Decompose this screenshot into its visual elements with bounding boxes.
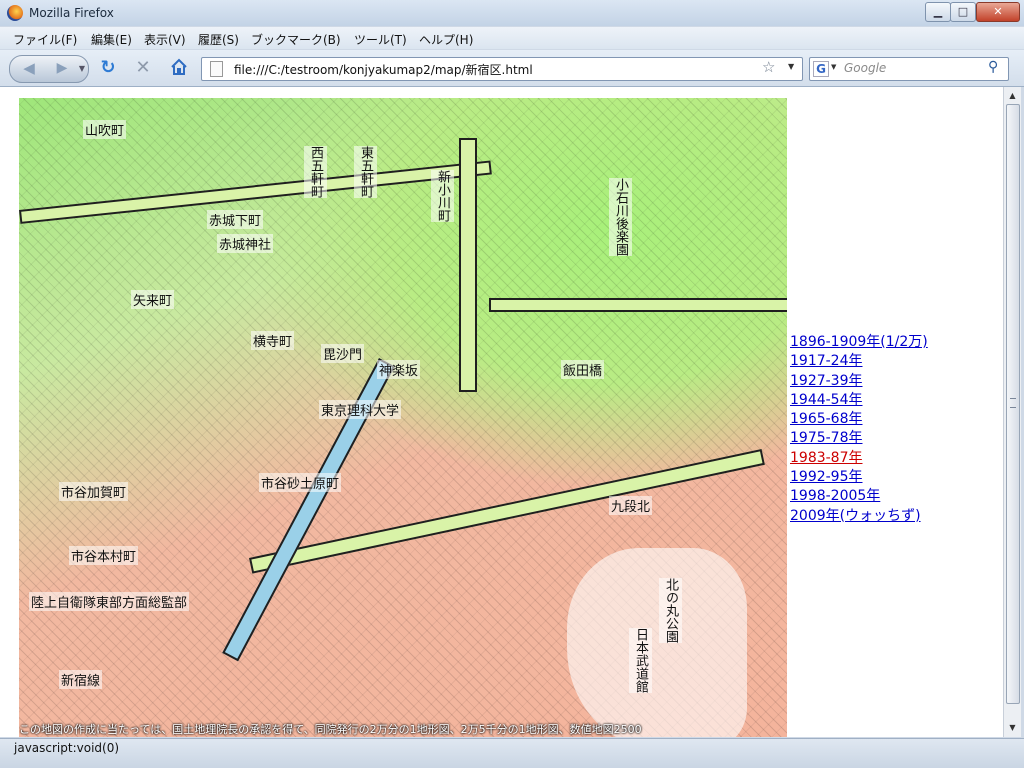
grip-icon xyxy=(1010,398,1016,408)
map-label: 神楽坂 xyxy=(377,360,421,379)
menu-view[interactable]: 表示(V) xyxy=(144,31,186,48)
magnifier-icon[interactable]: ⚲ xyxy=(988,59,998,75)
url-bar[interactable]: file:///C:/testroom/konjyakumap2/map/新宿区… xyxy=(201,57,803,81)
map-label: 東五軒町 xyxy=(354,146,377,198)
browser-window: Mozilla Firefox ▁ □ ✕ ファイル(F) 編集(E) 表示(V… xyxy=(0,0,1024,768)
status-text: javascript:void(0) xyxy=(14,741,120,755)
map-label: 市谷砂土原町 xyxy=(259,473,342,492)
year-link[interactable]: 1983-87年 xyxy=(790,449,928,468)
url-text[interactable]: file:///C:/testroom/konjyakumap2/map/新宿区… xyxy=(234,61,533,78)
stop-button[interactable]: ✕ xyxy=(132,58,154,80)
map-label: 新宿線 xyxy=(59,670,103,689)
home-button[interactable] xyxy=(168,58,190,80)
scroll-thumb[interactable] xyxy=(1006,104,1020,704)
map-label: 小石川後楽園 xyxy=(609,178,632,256)
status-bar: javascript:void(0) xyxy=(0,738,1024,768)
bookmark-star-icon[interactable]: ☆ xyxy=(762,58,775,76)
map-label: 西五軒町 xyxy=(304,146,327,198)
google-icon[interactable]: G xyxy=(813,61,829,77)
engine-dropdown-icon[interactable]: ▼ xyxy=(831,63,836,71)
map-label: 赤城下町 xyxy=(207,210,264,229)
map-label: 赤城神社 xyxy=(217,234,274,253)
map-label: 東京理科大学 xyxy=(319,400,402,419)
map-railway xyxy=(489,298,787,312)
close-button[interactable]: ✕ xyxy=(976,2,1020,22)
maximize-button[interactable]: □ xyxy=(950,2,976,22)
reload-button[interactable]: ↻ xyxy=(97,58,119,80)
year-link[interactable]: 2009年(ウォッちず) xyxy=(790,507,928,526)
page-content: 山吹町 西五軒町 東五軒町 新小川町 小石川後楽園 赤城下町 赤城神社 矢来町 … xyxy=(0,87,1003,737)
menu-bar: ファイル(F) 編集(E) 表示(V) 履歴(S) ブックマーク(B) ツール(… xyxy=(0,27,1024,75)
firefox-logo-icon xyxy=(7,5,23,21)
year-link[interactable]: 1975-78年 xyxy=(790,429,928,448)
search-bar[interactable]: G ▼ Google ⚲ xyxy=(809,57,1009,81)
menu-bookmarks[interactable]: ブックマーク(B) xyxy=(251,31,341,48)
window-title: Mozilla Firefox xyxy=(29,6,114,20)
page-icon xyxy=(210,61,223,77)
map-label: 毘沙門 xyxy=(321,344,365,363)
map-label: 陸上自衛隊東部方面総監部 xyxy=(29,592,190,611)
year-link[interactable]: 1927-39年 xyxy=(790,372,928,391)
map-credit: この地図の作成に当たっては、国土地理院長の承認を得て、同院発行の2万分の1地形図… xyxy=(19,723,642,736)
year-link-list: 1896-1909年(1/2万) 1917-24年 1927-39年 1944-… xyxy=(790,333,928,526)
map-road xyxy=(459,138,477,392)
minimize-button[interactable]: ▁ xyxy=(925,2,951,22)
title-bar: Mozilla Firefox ▁ □ ✕ xyxy=(0,0,1024,26)
map-label: 飯田橋 xyxy=(561,360,605,379)
year-link[interactable]: 1917-24年 xyxy=(790,352,928,371)
vertical-scrollbar[interactable]: ▲ ▼ xyxy=(1003,87,1021,737)
year-link[interactable]: 1965-68年 xyxy=(790,410,928,429)
map-label: 山吹町 xyxy=(83,120,127,139)
scroll-down-icon[interactable]: ▼ xyxy=(1004,719,1021,736)
map-label: 新小川町 xyxy=(431,170,454,222)
search-input[interactable]: Google xyxy=(844,61,886,75)
map-image: 山吹町 西五軒町 東五軒町 新小川町 小石川後楽園 赤城下町 赤城神社 矢来町 … xyxy=(19,98,787,737)
year-link[interactable]: 1998-2005年 xyxy=(790,487,928,506)
year-link[interactable]: 1992-95年 xyxy=(790,468,928,487)
menu-history[interactable]: 履歴(S) xyxy=(198,31,239,48)
year-link[interactable]: 1896-1909年(1/2万) xyxy=(790,333,928,352)
map-label: 九段北 xyxy=(609,496,653,515)
menu-edit[interactable]: 編集(E) xyxy=(91,31,132,48)
map-label: 日本武道館 xyxy=(629,628,652,693)
map-label: 横寺町 xyxy=(251,331,295,350)
map-label: 矢来町 xyxy=(131,290,175,309)
home-icon xyxy=(171,58,187,75)
menu-help[interactable]: ヘルプ(H) xyxy=(419,31,473,48)
url-dropdown-icon[interactable]: ▼ xyxy=(788,62,794,71)
forward-button[interactable]: ▶ xyxy=(48,56,76,82)
map-label: 北の丸公園 xyxy=(659,578,682,643)
map-label: 市谷本村町 xyxy=(69,546,139,565)
menu-file[interactable]: ファイル(F) xyxy=(13,31,77,48)
scroll-up-icon[interactable]: ▲ xyxy=(1004,87,1021,104)
year-link[interactable]: 1944-54年 xyxy=(790,391,928,410)
menu-tools[interactable]: ツール(T) xyxy=(354,31,407,48)
back-forward-group: ◀ ▶ ▼ xyxy=(9,55,89,83)
back-button[interactable]: ◀ xyxy=(10,56,48,82)
map-moat xyxy=(567,548,747,737)
map-label: 市谷加賀町 xyxy=(59,482,129,501)
history-dropdown-icon[interactable]: ▼ xyxy=(76,56,88,82)
